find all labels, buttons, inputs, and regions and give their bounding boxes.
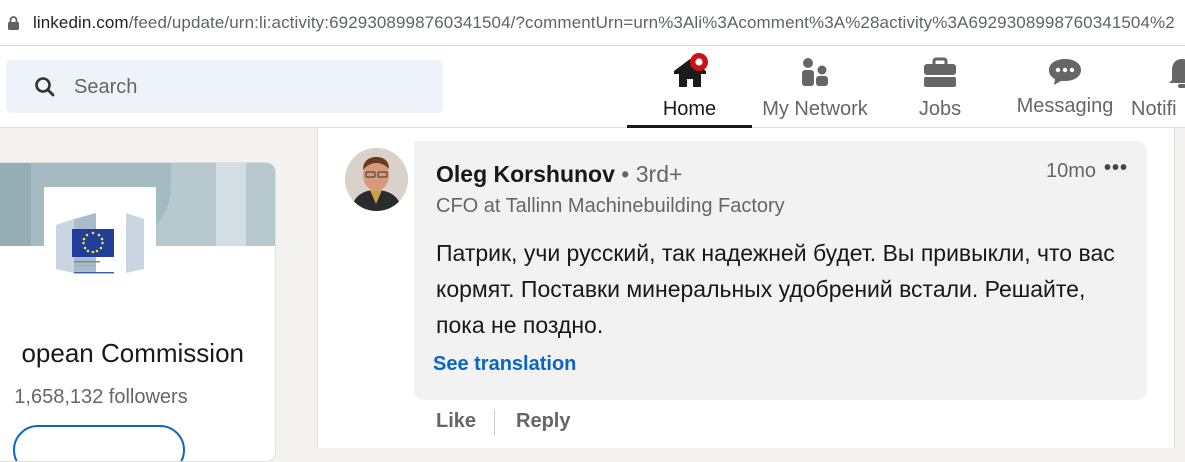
nav-home[interactable]: Home bbox=[627, 46, 752, 128]
nav-messaging[interactable]: Messaging bbox=[1010, 46, 1120, 128]
top-nav: Search Home My Network Jobs Messaging No… bbox=[0, 46, 1185, 128]
nav-notifications-label: Notifi bbox=[1131, 98, 1177, 120]
network-icon bbox=[802, 58, 828, 86]
avatar-photo bbox=[345, 148, 408, 211]
cover-band bbox=[0, 163, 31, 246]
search-placeholder: Search bbox=[74, 76, 138, 98]
more-options-icon[interactable]: ••• bbox=[1104, 157, 1128, 180]
home-icon bbox=[673, 53, 708, 87]
nav-jobs[interactable]: Jobs bbox=[900, 46, 980, 128]
lock-icon bbox=[8, 16, 19, 30]
eu-commission-logo bbox=[56, 213, 144, 274]
search-icon bbox=[35, 77, 55, 97]
cover-band bbox=[216, 163, 246, 246]
comment-author[interactable]: Oleg Korshunov • 3rd+ bbox=[436, 161, 682, 188]
comment-text: Патрик, учи русский, так надежней будет.… bbox=[436, 240, 1115, 338]
reply-button[interactable]: Reply bbox=[516, 410, 570, 433]
bell-icon bbox=[1169, 59, 1185, 88]
search-input[interactable]: Search bbox=[6, 60, 443, 113]
author-name[interactable]: Oleg Korshunov bbox=[436, 161, 615, 187]
see-translation-link[interactable]: See translation bbox=[433, 353, 576, 376]
nav-jobs-label: Jobs bbox=[918, 98, 962, 120]
company-followers: 1,658,132 followers bbox=[14, 386, 188, 408]
nav-home-label: Home bbox=[662, 98, 717, 120]
browser-url-bar[interactable]: linkedin.com/feed/update/urn:li:activity… bbox=[0, 0, 1185, 46]
company-card: opean Commission 1,658,132 followers bbox=[0, 162, 276, 462]
nav-my-network[interactable]: My Network bbox=[755, 46, 875, 128]
nav-notifications[interactable]: Notifi bbox=[1130, 46, 1185, 128]
company-name[interactable]: opean Commission bbox=[0, 338, 275, 369]
action-divider bbox=[494, 410, 495, 435]
url-text[interactable]: linkedin.com/feed/update/urn:li:activity… bbox=[33, 13, 1175, 33]
author-headline: CFO at Tallinn Machinebuilding Factory bbox=[436, 195, 785, 217]
comment-timestamp: 10mo bbox=[1046, 160, 1097, 182]
url-path: /feed/update/urn:li:activity:69293089987… bbox=[128, 13, 1175, 32]
briefcase-icon bbox=[924, 57, 956, 87]
company-logo[interactable] bbox=[44, 187, 156, 287]
author-avatar[interactable] bbox=[345, 148, 408, 211]
comment-bubble: Oleg Korshunov • 3rd+ CFO at Tallinn Mac… bbox=[414, 141, 1147, 400]
url-host: linkedin.com bbox=[33, 13, 129, 32]
nav-my-network-label: My Network bbox=[762, 98, 868, 120]
connection-degree: • 3rd+ bbox=[621, 161, 683, 187]
nav-messaging-label: Messaging bbox=[1016, 95, 1114, 117]
like-button[interactable]: Like bbox=[436, 410, 476, 433]
messaging-icon bbox=[1049, 59, 1081, 85]
